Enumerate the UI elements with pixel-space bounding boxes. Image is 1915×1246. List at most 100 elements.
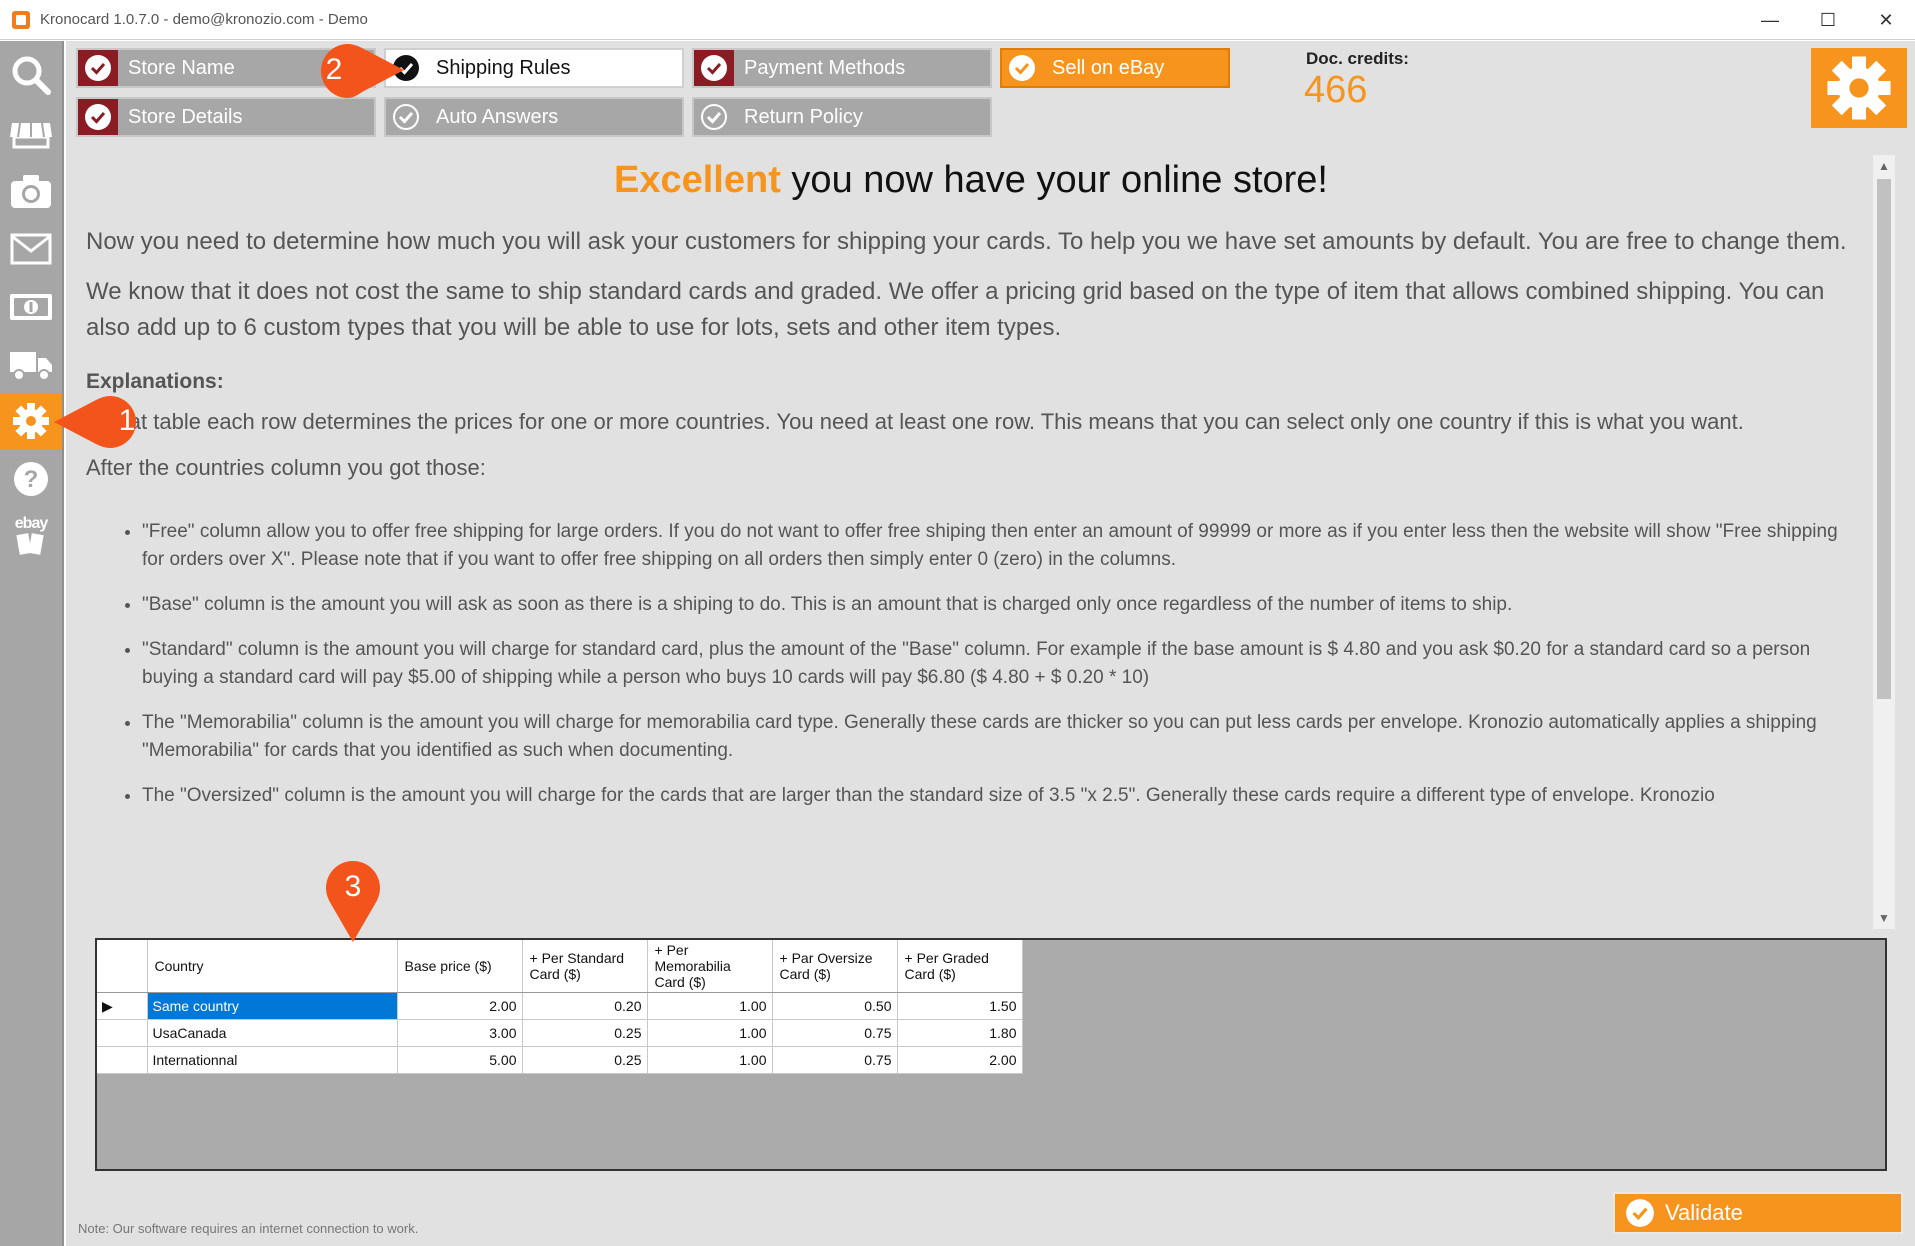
sidebar-item-payments[interactable]	[0, 279, 62, 335]
cell-standard[interactable]: 0.25	[522, 1046, 648, 1074]
step-shipping-rules-button[interactable]: Shipping Rules	[384, 48, 684, 88]
column-header-memorabilia[interactable]: + Per Memorabilia Card ($)	[647, 940, 773, 993]
row-header[interactable]	[97, 1046, 148, 1074]
columns-intro-paragraph: After the countries column you got those…	[86, 455, 486, 480]
step-label: Store Details	[128, 105, 243, 128]
minimize-button[interactable]: —	[1741, 0, 1799, 40]
sidebar-item-search[interactable]	[0, 47, 62, 103]
ebay-icon-label: ebay	[14, 515, 48, 532]
column-explanations-list: "Free" column allow you to offer free sh…	[86, 518, 1856, 810]
help-icon: ?	[14, 462, 48, 496]
step-label: Payment Methods	[744, 56, 906, 79]
cell-graded[interactable]: 1.80	[897, 1019, 1023, 1047]
table-row[interactable]: ▶ Same country 2.00 0.20 1.00 0.50 1.50	[97, 992, 1023, 1020]
cell-memorabilia[interactable]: 1.00	[647, 992, 773, 1020]
validate-label: Validate	[1665, 1200, 1743, 1225]
step-return-policy-button[interactable]: Return Policy	[692, 97, 992, 137]
main-panel: Store Name Shipping Rules Payment Method…	[66, 41, 1915, 1246]
cell-oversize[interactable]: 0.75	[772, 1046, 898, 1074]
cell-base[interactable]: 2.00	[397, 992, 523, 1020]
step-label: Auto Answers	[436, 105, 559, 128]
column-header-base[interactable]: Base price ($)	[397, 940, 523, 993]
callout-number: 2	[325, 53, 343, 86]
vertical-scrollbar[interactable]: ▲ ▼	[1873, 155, 1895, 929]
intro-paragraph: Now you need to determine how much you w…	[86, 228, 1847, 255]
list-item: The "Memorabilia" column is the amount y…	[142, 709, 1856, 765]
list-item: "Free" column allow you to offer free sh…	[142, 518, 1856, 574]
sidebar-item-ebay[interactable]: ebay	[0, 509, 62, 565]
cell-standard[interactable]: 0.25	[522, 1019, 648, 1047]
svg-text:?: ?	[24, 466, 39, 493]
scroll-up-icon[interactable]: ▲	[1878, 159, 1890, 173]
callout-number: 1	[118, 404, 136, 437]
table-row[interactable]: Internationnal 5.00 0.25 1.00 0.75 2.00	[97, 1046, 1023, 1074]
step-done-check	[78, 99, 118, 135]
cell-oversize[interactable]: 0.50	[772, 992, 898, 1020]
pricing-grid-paragraph: We know that it does not cost the same t…	[86, 278, 1825, 341]
shipping-grid-panel: Country Base price ($) + Per Standard Ca…	[95, 938, 1887, 1171]
column-header-country[interactable]: Country	[147, 940, 398, 993]
cell-country[interactable]: Same country	[147, 992, 398, 1020]
window-title: Kronocard 1.0.7.0 - demo@kronozio.com - …	[40, 11, 368, 28]
envelope-icon	[10, 233, 52, 265]
list-item: "Base" column is the amount you will ask…	[142, 591, 1856, 619]
cell-country[interactable]: Internationnal	[147, 1046, 398, 1074]
cell-standard[interactable]: 0.20	[522, 992, 648, 1020]
headline-text: you now have your online store!	[780, 159, 1328, 201]
column-header-graded[interactable]: + Per Graded Card ($)	[897, 940, 1023, 993]
step-payment-methods-button[interactable]: Payment Methods	[692, 48, 992, 88]
ebay-icon	[16, 533, 44, 555]
step-done-check	[78, 50, 118, 86]
sidebar-item-messages[interactable]	[0, 221, 62, 277]
settings-button[interactable]	[1811, 48, 1907, 128]
maximize-button[interactable]: ☐	[1799, 0, 1857, 40]
column-header-standard[interactable]: + Per Standard Card ($)	[522, 940, 648, 993]
sidebar-item-help[interactable]: ?	[0, 451, 62, 507]
sidebar-item-camera[interactable]	[0, 163, 62, 219]
row-header-corner	[97, 940, 148, 993]
check-circle-icon	[1626, 1199, 1654, 1227]
step-pending-check	[694, 99, 734, 135]
money-icon	[10, 294, 52, 320]
cell-memorabilia[interactable]: 1.00	[647, 1019, 773, 1047]
scroll-thumb[interactable]	[1877, 179, 1891, 699]
check-circle-icon	[393, 104, 419, 130]
scroll-down-icon[interactable]: ▼	[1878, 911, 1890, 925]
sell-on-ebay-button[interactable]: Sell on eBay	[1000, 48, 1230, 88]
cell-base[interactable]: 5.00	[397, 1046, 523, 1074]
cell-base[interactable]: 3.00	[397, 1019, 523, 1047]
step-store-details-button[interactable]: Store Details	[76, 97, 376, 137]
gear-icon	[13, 403, 49, 439]
check-circle-icon	[85, 104, 111, 130]
sidebar-item-shipping[interactable]	[0, 337, 62, 393]
shipping-rates-table: Country Base price ($) + Per Standard Ca…	[97, 940, 1023, 1074]
step-label: Return Policy	[744, 105, 863, 128]
cell-oversize[interactable]: 0.75	[772, 1019, 898, 1047]
explanations-title: Explanations:	[86, 370, 224, 393]
step-check	[1002, 50, 1042, 86]
sidebar: ? ebay	[0, 41, 64, 1246]
check-circle-icon	[701, 55, 727, 81]
cell-graded[interactable]: 2.00	[897, 1046, 1023, 1074]
table-row[interactable]: UsaCanada 3.00 0.25 1.00 0.75 1.80	[97, 1019, 1023, 1047]
step-auto-answers-button[interactable]: Auto Answers	[384, 97, 684, 137]
column-header-oversize[interactable]: + Par Oversize Card ($)	[772, 940, 898, 993]
cell-country[interactable]: UsaCanada	[147, 1019, 398, 1047]
callout-1: 1	[52, 394, 152, 450]
close-button[interactable]: ✕	[1857, 0, 1915, 40]
step-pending-check	[386, 99, 426, 135]
check-circle-icon	[1009, 55, 1035, 81]
camera-icon	[11, 175, 51, 208]
headline-highlight: Excellent	[614, 159, 781, 201]
list-item: "Standard" column is the amount you will…	[142, 636, 1856, 692]
check-circle-icon	[85, 55, 111, 81]
step-label: Sell on eBay	[1052, 56, 1165, 79]
sidebar-item-store[interactable]	[0, 105, 62, 161]
cell-graded[interactable]: 1.50	[897, 992, 1023, 1020]
row-header[interactable]	[97, 1019, 148, 1047]
current-row-marker[interactable]: ▶	[97, 992, 148, 1020]
cell-memorabilia[interactable]: 1.00	[647, 1046, 773, 1074]
connection-note: Note: Our software requires an internet …	[78, 1221, 419, 1236]
validate-button[interactable]: Validate	[1613, 1192, 1903, 1234]
callout-3: 3	[323, 858, 383, 944]
